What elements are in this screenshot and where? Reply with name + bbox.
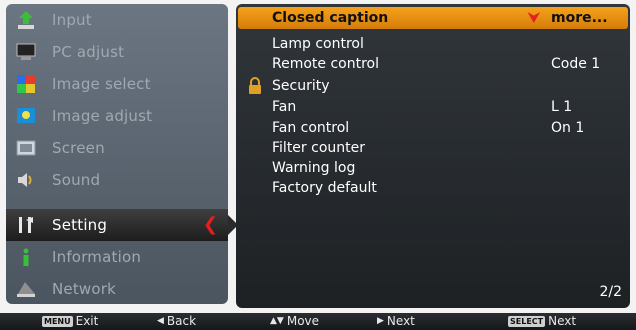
setting-row-closed-caption[interactable]: Closed caption ⮟ more... [272, 8, 622, 28]
hint-move-label: Move [286, 314, 320, 328]
selection-arrow-icon: ❮ [202, 214, 218, 235]
setting-value: L 1 [551, 99, 573, 115]
hint-next-label: Next [386, 314, 415, 328]
setting-name: Closed caption [272, 10, 389, 26]
menu-item-label: Information [52, 248, 142, 266]
setting-name: Factory default [272, 180, 377, 196]
help-bar: MENU Exit ◀ Back ▲▼ Move ▶ Next SELECT N… [0, 313, 636, 330]
setting-name: Fan control [272, 120, 350, 136]
setting-name: Filter counter [272, 140, 365, 156]
settings-panel: Closed caption ⮟ more... Lamp control Re… [236, 4, 630, 308]
menu-item-input[interactable]: Input [6, 4, 228, 36]
setting-row-remote-control[interactable]: Remote control Code 1 [272, 54, 622, 74]
hint-exit-label: Exit [75, 314, 99, 328]
setting-value: On 1 [551, 120, 585, 136]
menu-item-pc-adjust[interactable]: PC adjust [6, 36, 228, 68]
menu-item-label: Setting [52, 216, 108, 234]
menu-item-sound[interactable]: Sound [6, 164, 228, 196]
setting-row-factory-default[interactable]: Factory default [272, 178, 622, 198]
hint-back-label: Back [166, 314, 197, 328]
hint-select-label: Next [548, 314, 577, 328]
page-indicator: 2/2 [599, 284, 622, 300]
network-icon [14, 277, 38, 301]
select-key-badge: SELECT [508, 315, 546, 327]
input-icon [14, 8, 38, 32]
more-arrow-icon: ⮟ [528, 10, 540, 26]
menu-item-screen[interactable]: Screen [6, 132, 228, 164]
up-down-arrow-icon: ▲▼ [270, 316, 284, 326]
menu-item-label: Input [52, 11, 92, 29]
setting-name: Security [272, 78, 330, 94]
screen-icon [14, 136, 38, 160]
setting-row-lamp-control[interactable]: Lamp control [272, 34, 622, 54]
setting-row-filter-counter[interactable]: Filter counter [272, 138, 622, 158]
lock-icon [246, 77, 264, 95]
menu-item-label: Screen [52, 139, 105, 157]
hint-back: ◀ Back [157, 314, 196, 328]
pc-adjust-icon [14, 40, 38, 64]
setting-row-fan[interactable]: Fan L 1 [272, 97, 622, 117]
setting-icon [14, 213, 38, 237]
menu-item-image-adjust[interactable]: Image adjust [6, 100, 228, 132]
menu-item-setting[interactable]: Setting ❮ [6, 209, 238, 241]
right-arrow-icon: ▶ [377, 316, 384, 326]
menu-item-label: Network [52, 280, 117, 298]
menu-item-information[interactable]: Information [6, 241, 228, 273]
setting-value: Code 1 [551, 56, 601, 72]
menu-item-label: Image select [52, 75, 151, 93]
setting-row-security[interactable]: Security [272, 76, 622, 96]
menu-item-label: Image adjust [52, 107, 153, 125]
hint-next: ▶ Next [377, 314, 415, 328]
setting-row-warning-log[interactable]: Warning log [272, 158, 622, 178]
image-adjust-icon [14, 104, 38, 128]
setting-name: Warning log [272, 160, 356, 176]
setting-name: Remote control [272, 56, 379, 72]
hint-move: ▲▼ Move [270, 314, 319, 328]
image-select-icon [14, 72, 38, 96]
hint-select: SELECT Next [508, 314, 576, 328]
projector-osd-screen: Input PC adjust Image select Image adjus… [0, 0, 636, 330]
menu-item-label: Sound [52, 171, 101, 189]
information-icon [14, 245, 38, 269]
left-arrow-icon: ◀ [157, 316, 164, 326]
sound-icon [14, 168, 38, 192]
menu-item-label: PC adjust [52, 43, 125, 61]
setting-name: Lamp control [272, 36, 364, 52]
setting-value: more... [551, 10, 608, 26]
main-menu: Input PC adjust Image select Image adjus… [6, 4, 238, 305]
menu-item-image-select[interactable]: Image select [6, 68, 228, 100]
menu-item-network[interactable]: Network [6, 273, 228, 305]
setting-row-fan-control[interactable]: Fan control On 1 [272, 118, 622, 138]
hint-exit: MENU Exit [42, 314, 98, 328]
menu-key-badge: MENU [42, 315, 73, 327]
setting-name: Fan [272, 99, 297, 115]
